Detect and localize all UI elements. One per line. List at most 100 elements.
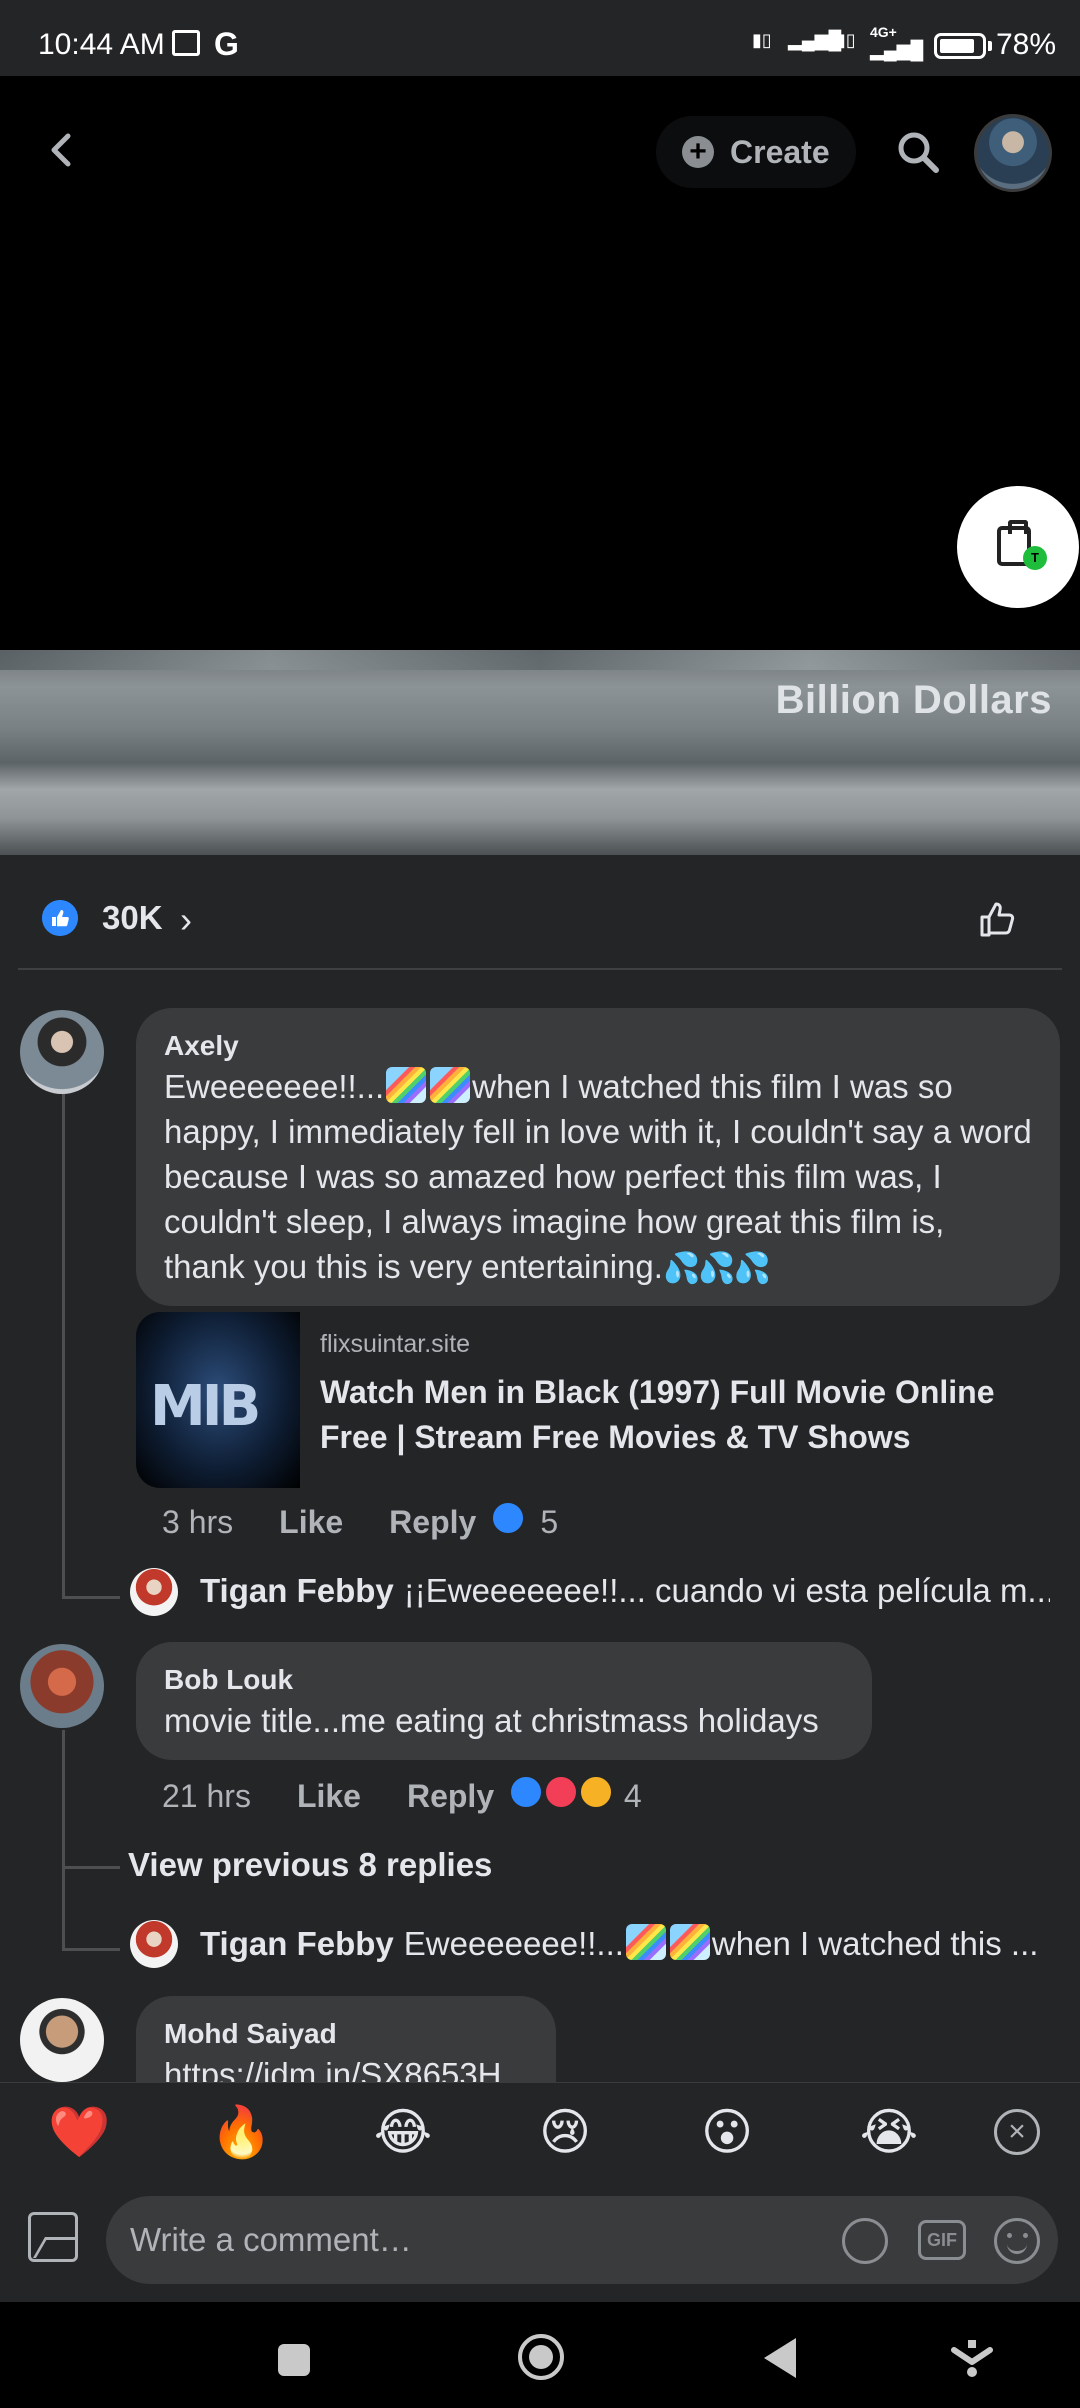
like-count[interactable]: 30K xyxy=(102,899,163,937)
comment-link[interactable]: https://idm.in/SX8653H xyxy=(164,2052,528,2082)
comment-text-prefix: Eweeeeeee!!... xyxy=(164,1068,385,1105)
comment-meta-axely: 3 hrs Like Reply 5 xyxy=(162,1500,558,1544)
comment-text: movie title...me eating at christmass ho… xyxy=(164,1702,819,1739)
gif-button[interactable]: GIF xyxy=(918,2220,966,2260)
comment-input[interactable] xyxy=(130,2218,830,2262)
comment-time: 3 hrs xyxy=(162,1503,234,1540)
like-reaction-icon xyxy=(508,1774,545,1810)
comment-meta-bob: 21 hrs Like Reply 4 xyxy=(162,1774,642,1818)
comment-bubble-mohd[interactable]: Mohd Saiyad https://idm.in/SX8653H xyxy=(136,1996,556,2082)
comment-reactions[interactable] xyxy=(490,1500,527,1544)
link-domain: flixsuintar.site xyxy=(320,1330,471,1358)
reply-preview-tigan-2[interactable]: Tigan Febby Eweeeeeee!!... when I watched … xyxy=(200,1924,1050,1972)
comment-composer: GIF xyxy=(0,2178,1080,2302)
plus-circle-icon: + xyxy=(682,136,714,168)
sticker-icon[interactable] xyxy=(842,2218,888,2264)
home-button[interactable] xyxy=(518,2334,564,2380)
video-frame[interactable]: Billion Dollars xyxy=(0,650,1080,855)
rainbow-emoji xyxy=(430,1067,471,1103)
status-bar: 10:44 AM G ▮▯ ▂▄▆█ ▮▯ 4G+ ▂▄▆█ 78% xyxy=(0,0,1080,76)
status-time: 10:44 AM xyxy=(38,28,165,61)
red-heart-emoji[interactable]: ❤️ xyxy=(48,2101,110,2163)
avatar-bob-louk[interactable] xyxy=(20,1644,104,1728)
battery-percent: 78% xyxy=(996,28,1057,61)
create-button[interactable]: + Create xyxy=(656,116,856,188)
view-previous-replies[interactable]: View previous 8 replies xyxy=(128,1846,492,1884)
back-arrow-icon[interactable] xyxy=(44,132,80,168)
like-reaction-icon xyxy=(42,900,78,936)
rainbow-emoji xyxy=(386,1067,427,1103)
emoji-icon[interactable] xyxy=(994,2218,1040,2264)
comment-input-container[interactable]: GIF xyxy=(106,2196,1058,2284)
sweat-droplets-emoji: 💦💦💦 xyxy=(662,1252,771,1285)
sad-reaction-icon xyxy=(577,1774,614,1810)
battery-tip xyxy=(988,41,992,51)
thread-line-2 xyxy=(62,1730,65,1950)
signal-icon-2: ▂▄▆█ xyxy=(870,40,924,60)
comment-time: 21 hrs xyxy=(162,1777,251,1814)
back-button[interactable] xyxy=(764,2338,796,2378)
reply-author[interactable]: Tigan Febby xyxy=(200,1572,394,1609)
quick-emoji-bar: ❤️ 🔥 😂 😢 😮 😭 × xyxy=(0,2082,1080,2178)
comment-reactions[interactable] xyxy=(508,1774,614,1818)
volte-icon-2: ▮▯ xyxy=(836,30,856,50)
divider xyxy=(18,968,1062,970)
comment-bubble-bob[interactable]: Bob Louk movie title...me eating at chri… xyxy=(136,1642,872,1760)
link-thumbnail: MIB xyxy=(136,1312,300,1488)
reply-link[interactable]: Reply xyxy=(407,1778,494,1815)
comment-bubble-axely[interactable]: Axely Eweeeeeee!!... when I watched this … xyxy=(136,1008,1060,1306)
photo-icon[interactable] xyxy=(28,2212,78,2262)
video-caption: Billion Dollars xyxy=(775,678,1052,722)
laughing-emoji[interactable]: 😂 xyxy=(372,2101,434,2163)
reaction-summary-row: 30K › xyxy=(0,855,1080,970)
reaction-count[interactable]: 4 xyxy=(624,1778,642,1815)
reply-link[interactable]: Reply xyxy=(389,1504,476,1541)
battery-icon xyxy=(934,33,986,59)
love-reaction-icon xyxy=(543,1774,579,1810)
clipboard-floating-button[interactable]: T xyxy=(957,486,1079,608)
volte-icon: ▮▯ xyxy=(752,30,772,50)
recent-apps-button[interactable] xyxy=(278,2344,310,2376)
reaction-count[interactable]: 5 xyxy=(540,1504,558,1541)
thread-connector-3 xyxy=(62,1948,120,1951)
thumbnail-logo-text: MIB xyxy=(150,1374,261,1439)
surprised-emoji[interactable]: 😮 xyxy=(696,2101,758,2163)
create-label: Create xyxy=(730,133,830,170)
rainbow-emoji xyxy=(669,1924,710,1960)
like-button-icon[interactable] xyxy=(976,897,1020,941)
thread-connector-2 xyxy=(62,1866,120,1869)
notification-badge: T xyxy=(1023,546,1047,570)
fire-emoji[interactable]: 🔥 xyxy=(210,2101,272,2163)
avatar-tigan[interactable] xyxy=(130,1920,178,1968)
crying-emoji[interactable]: 😭 xyxy=(858,2101,920,2163)
avatar-axely[interactable] xyxy=(20,1010,104,1094)
avatar-tigan[interactable] xyxy=(130,1568,178,1616)
chevron-right-icon[interactable]: › xyxy=(180,899,192,941)
close-icon[interactable]: × xyxy=(994,2109,1040,2155)
reply-text-suffix: when I watched this ... xyxy=(711,1925,1039,1962)
avatar-mohd-saiyad[interactable] xyxy=(20,1998,104,2082)
comment-author[interactable]: Mohd Saiyad xyxy=(164,2016,528,2052)
sad-emoji[interactable]: 😢 xyxy=(534,2101,596,2163)
like-link[interactable]: Like xyxy=(279,1504,343,1541)
notification-image-icon xyxy=(172,30,200,56)
profile-avatar[interactable] xyxy=(974,114,1052,192)
assistant-icon[interactable] xyxy=(950,2336,994,2380)
comment-author[interactable]: Axely xyxy=(164,1028,1032,1064)
like-link[interactable]: Like xyxy=(297,1778,361,1815)
signal-icon: ▂▄▆█ xyxy=(788,30,842,50)
video-band xyxy=(0,650,1080,670)
rainbow-emoji xyxy=(625,1924,666,1960)
thread-line xyxy=(62,1094,65,1598)
reply-preview-tigan[interactable]: Tigan Febby ¡¡Eweeeeeee!!... cuando vi es… xyxy=(200,1572,1050,1616)
link-title: Watch Men in Black (1997) Full Movie Onl… xyxy=(320,1374,995,1455)
network-type: 4G+ xyxy=(870,24,897,40)
like-reaction-icon xyxy=(490,1500,527,1536)
search-icon[interactable] xyxy=(896,130,940,174)
system-nav-bar xyxy=(0,2302,1080,2408)
comment-text: Eweeeeeee!!... when I watched this film I… xyxy=(164,1064,1032,1291)
link-preview-card[interactable]: MIB flixsuintar.site Watch Men in Black … xyxy=(136,1312,1026,1488)
reply-author[interactable]: Tigan Febby xyxy=(200,1925,394,1962)
comment-author[interactable]: Bob Louk xyxy=(164,1662,844,1698)
google-icon: G xyxy=(214,26,239,62)
